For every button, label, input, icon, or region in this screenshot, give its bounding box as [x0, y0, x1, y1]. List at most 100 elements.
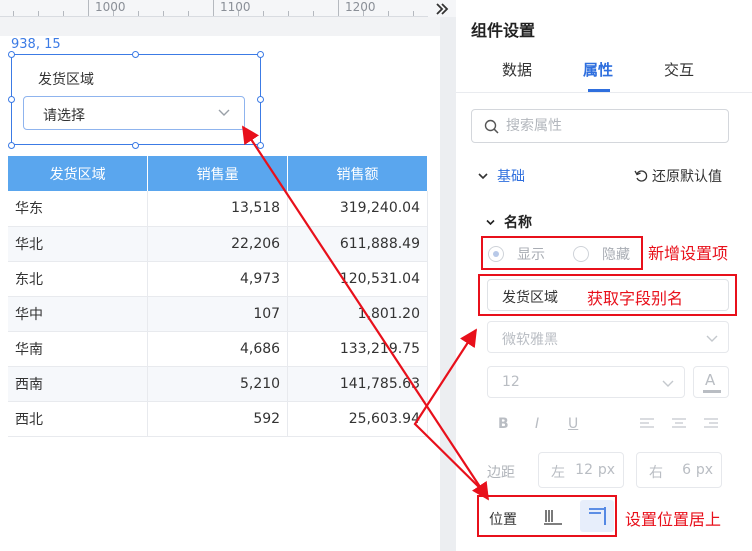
chevron-down-icon: [662, 380, 674, 387]
table-cell: 4,686: [147, 331, 289, 367]
canvas-scroll-gutter: [440, 17, 456, 551]
table-cell: 西南: [8, 366, 149, 402]
margin-left-unit: px: [597, 462, 615, 478]
table-cell: 25,603.94: [287, 401, 428, 437]
search-icon: [484, 119, 499, 134]
table-header-row: 发货区域 销售量 销售额: [8, 156, 428, 191]
table-cell: 华东: [8, 191, 149, 227]
table-row: 华中 107 1,801.20: [8, 296, 428, 332]
table-row: 西南 5,210 141,785.63: [8, 366, 428, 402]
table-cell: 1,801.20: [287, 296, 428, 332]
canvas-area[interactable]: 1000 1100 1200 938, 15 发货区域 请选择 发货区域 销售量…: [0, 0, 456, 551]
table-row: 华东 13,518 319,240.04: [8, 191, 428, 227]
chevron-down-icon: [478, 173, 488, 180]
table-cell: 141,785.63: [287, 366, 428, 402]
search-input[interactable]: [506, 116, 716, 136]
table-cell: 5,210: [147, 366, 289, 402]
annotation-set-position-top: 设置位置居上: [625, 510, 722, 529]
align-center-icon[interactable]: [672, 418, 686, 430]
table-cell: 西北: [8, 401, 149, 437]
bold-button[interactable]: B: [498, 416, 509, 432]
resize-handle-tr[interactable]: [257, 51, 264, 58]
chevron-down-icon: [486, 219, 495, 225]
property-search-box: [471, 109, 729, 143]
margin-left-input[interactable]: 左 12 px: [538, 452, 624, 488]
section-basic-toggle[interactable]: 基础: [478, 166, 525, 186]
font-color-icon: A: [705, 371, 716, 389]
tab-data[interactable]: 数据: [502, 59, 532, 80]
margin-right-label: 右: [649, 465, 663, 481]
ruler-label-1100: 1100: [220, 0, 251, 14]
resize-handle-bl[interactable]: [8, 142, 15, 149]
table-cell: 22,206: [147, 226, 289, 262]
annotation-get-alias: 获取字段别名: [587, 289, 684, 308]
font-size-value: 12: [502, 374, 520, 390]
section-basic-label: 基础: [497, 169, 525, 185]
reset-default-label: 还原默认值: [652, 169, 722, 185]
text-style-toolbar: B I U: [496, 416, 726, 434]
margin-left-value: 12: [575, 462, 593, 478]
dropdown-placeholder: 请选择: [43, 108, 85, 124]
horizontal-ruler: 1000 1100 1200: [0, 0, 456, 17]
resize-handle-bm[interactable]: [132, 142, 139, 149]
font-size-select[interactable]: 12: [487, 366, 685, 398]
table-row: 东北 4,973 120,531.04: [8, 261, 428, 297]
underline-button[interactable]: U: [568, 416, 578, 432]
panel-title: 组件设置: [471, 21, 536, 40]
resize-handle-tm[interactable]: [132, 51, 139, 58]
tab-divider: [456, 92, 752, 93]
table-cell: 华南: [8, 331, 149, 367]
table-cell: 华中: [8, 296, 149, 332]
font-family-value: 微软雅黑: [502, 332, 558, 348]
margin-right-unit: px: [695, 462, 713, 478]
table-cell: 华北: [8, 226, 149, 262]
table-cell: 13,518: [147, 191, 289, 227]
name-section-label: 名称: [504, 215, 532, 231]
annotation-box-position: [477, 495, 617, 537]
chevron-down-icon: [706, 335, 718, 342]
margin-left-label: 左: [551, 465, 565, 481]
resize-handle-tl[interactable]: [8, 51, 15, 58]
resize-handle-mr[interactable]: [257, 96, 264, 103]
align-left-icon[interactable]: [640, 418, 654, 430]
ruler-label-1000: 1000: [95, 0, 126, 14]
name-section-toggle[interactable]: 名称: [486, 212, 532, 232]
tab-interaction[interactable]: 交互: [664, 59, 694, 80]
table-cell: 133,219.75: [287, 331, 428, 367]
reset-default-button[interactable]: 还原默认值: [634, 166, 722, 186]
region-dropdown[interactable]: 请选择: [23, 96, 245, 130]
annotation-box-radio: [481, 236, 643, 270]
font-color-button[interactable]: A: [693, 366, 729, 398]
table-row: 华北 22,206 611,888.49: [8, 226, 428, 262]
table-header-cell[interactable]: 销售额: [287, 156, 428, 191]
italic-button[interactable]: I: [535, 416, 539, 432]
margin-label: 边距: [487, 465, 515, 481]
table-cell: 东北: [8, 261, 149, 297]
table-cell: 611,888.49: [287, 226, 428, 262]
font-color-swatch: [703, 390, 721, 393]
table-cell: 107: [147, 296, 289, 332]
sales-table: 发货区域 销售量 销售额 华东 13,518 319,240.04 华北 22,206…: [8, 156, 428, 437]
table-cell: 4,973: [147, 261, 289, 297]
font-family-select[interactable]: 微软雅黑: [487, 321, 729, 353]
ruler-label-1200: 1200: [345, 0, 376, 14]
table-header-cell[interactable]: 发货区域: [8, 156, 149, 191]
resize-handle-ml[interactable]: [8, 96, 15, 103]
table-cell: 319,240.04: [287, 191, 428, 227]
widget-title: 发货区域: [38, 72, 94, 88]
tab-properties[interactable]: 属性: [583, 59, 613, 80]
resize-handle-br[interactable]: [257, 142, 264, 149]
table-header-cell[interactable]: 销售量: [147, 156, 289, 191]
annotation-new-setting: 新增设置项: [648, 244, 729, 263]
margin-right-input[interactable]: 右 6 px: [636, 452, 722, 488]
table-row: 华南 4,686 133,219.75: [8, 331, 428, 367]
table-cell: 120,531.04: [287, 261, 428, 297]
margin-right-value: 6: [682, 462, 691, 478]
align-right-icon[interactable]: [704, 418, 718, 430]
undo-icon: [634, 170, 648, 182]
chevron-down-icon: [218, 109, 230, 116]
coordinate-readout: 938, 15: [11, 37, 61, 52]
double-chevron-right-icon[interactable]: [428, 0, 456, 17]
table-cell: 592: [147, 401, 289, 437]
table-row: 西北 592 25,603.94: [8, 401, 428, 437]
